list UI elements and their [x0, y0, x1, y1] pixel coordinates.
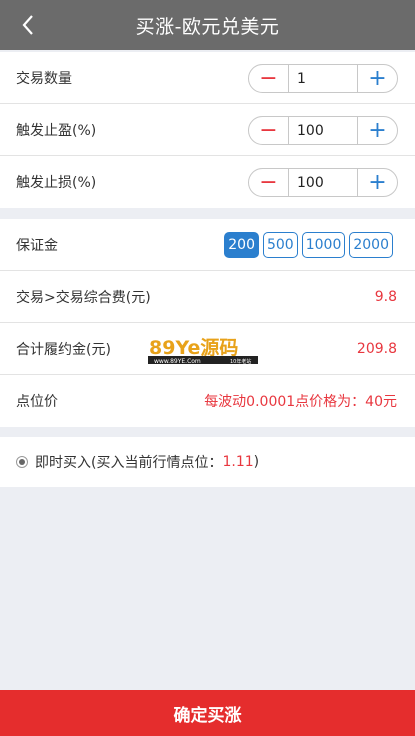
margin-options: 200 500 1000 2000: [224, 232, 393, 258]
stop-loss-label: 触发止损(%): [16, 175, 97, 191]
total-row: 合计履约金(元) 89Ye源码 www.89YE.Com 10年老站 209.8: [0, 323, 415, 375]
stop-loss-minus-button[interactable]: −: [249, 169, 288, 196]
take-profit-row: 触发止盈(%) − +: [0, 104, 415, 156]
fees-label: 交易>交易综合费(元): [16, 289, 151, 306]
confirm-buy-button[interactable]: 确定买涨: [0, 690, 415, 736]
margin-row: 保证金 200 500 1000 2000: [0, 219, 415, 271]
margin-section: 保证金 200 500 1000 2000 交易>交易综合费(元) 9.8 合计…: [0, 219, 415, 427]
watermark-tag: 10年老站: [230, 358, 251, 365]
point-price-row: 点位价 每波动0.0001点价格为：40元: [0, 375, 415, 427]
instant-buy-suffix: ): [253, 454, 260, 470]
quantity-minus-button[interactable]: −: [249, 65, 288, 92]
take-profit-label: 触发止盈(%): [16, 122, 97, 139]
take-profit-minus-button[interactable]: −: [249, 117, 288, 144]
chevron-left-icon: [22, 15, 33, 35]
margin-option-2000[interactable]: 2000: [349, 232, 393, 258]
fees-row: 交易>交易综合费(元) 9.8: [0, 271, 415, 323]
top-bar: 买涨-欧元兑美元: [0, 0, 415, 50]
radio-selected-icon[interactable]: [16, 456, 28, 468]
margin-label: 保证金: [16, 237, 58, 254]
fees-value: 9.8: [374, 288, 397, 305]
total-value: 209.8: [356, 340, 397, 357]
instant-buy-option[interactable]: 即时买入(买入当前行情点位： 1.11): [0, 437, 415, 487]
stop-loss-row: 触发止损(%) − +: [0, 156, 415, 208]
back-button[interactable]: [14, 11, 42, 39]
watermark-main: 89Ye源码: [149, 336, 238, 359]
margin-option-500[interactable]: 500: [262, 232, 298, 258]
margin-option-1000[interactable]: 1000: [301, 232, 346, 258]
take-profit-input[interactable]: [288, 117, 358, 144]
quantity-plus-button[interactable]: +: [358, 65, 397, 92]
take-profit-plus-button[interactable]: +: [358, 117, 397, 144]
watermark-sub: www.89YE.Com: [154, 358, 201, 365]
stop-loss-stepper: − +: [248, 168, 398, 197]
quantity-label: 交易数量: [16, 70, 72, 87]
current-price: 1.11: [222, 454, 254, 470]
point-price-label: 点位价: [16, 394, 58, 410]
take-profit-stepper: − +: [248, 116, 398, 145]
instant-buy-label: 即时买入(买入当前行情点位：: [35, 455, 223, 471]
quantity-stepper: − +: [248, 64, 398, 93]
total-label: 合计履约金(元): [16, 341, 111, 358]
stop-loss-input[interactable]: [288, 169, 358, 196]
buy-mode-section: 即时买入(买入当前行情点位： 1.11): [0, 437, 415, 487]
trade-settings-section: 交易数量 − + 触发止盈(%) − + 触发止损(%) − +: [0, 52, 415, 208]
page-title: 买涨-欧元兑美元: [135, 15, 280, 38]
quantity-input[interactable]: [288, 65, 358, 92]
quantity-row: 交易数量 − +: [0, 52, 415, 104]
margin-option-200[interactable]: 200: [224, 232, 259, 258]
watermark-logo: 89Ye源码 www.89YE.Com 10年老站: [148, 336, 258, 365]
stop-loss-plus-button[interactable]: +: [358, 169, 397, 196]
point-price-value: 每波动0.0001点价格为：40元: [204, 394, 397, 410]
